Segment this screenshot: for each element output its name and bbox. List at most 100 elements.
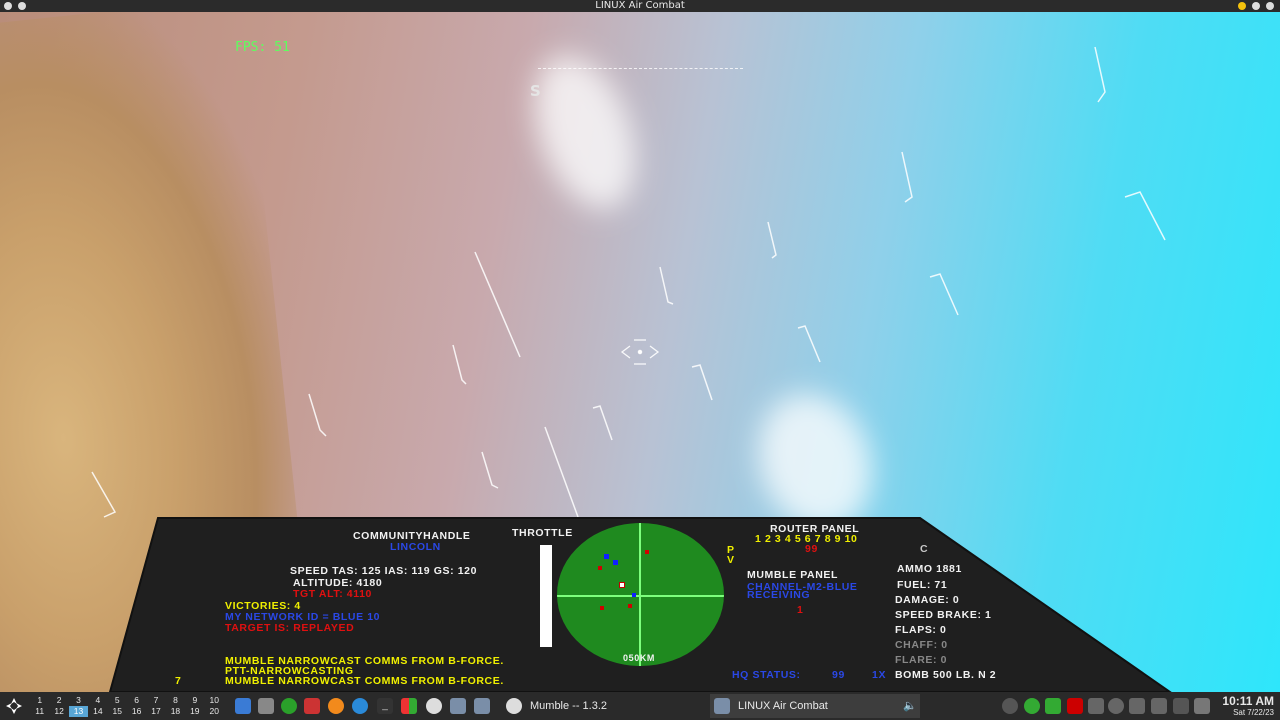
heading-tape [538, 68, 743, 76]
radar-blip-friendly [632, 593, 636, 597]
window-title: LINUX Air Combat [595, 0, 685, 11]
lac-icon [714, 698, 730, 714]
workspace-12[interactable]: 12 [49, 706, 68, 717]
mumble-status: RECEIVING [747, 589, 811, 601]
message-count: 7 [175, 675, 182, 687]
minimize-button[interactable] [1238, 2, 1246, 10]
fuel-readout: FUEL: 71 [897, 579, 948, 591]
whisker-menu-icon[interactable] [4, 696, 24, 716]
workspace-16[interactable]: 16 [127, 706, 146, 717]
workspace-4[interactable]: 4 [88, 695, 107, 706]
bluetooth-icon[interactable] [1173, 698, 1189, 714]
radar-blip-friendly [613, 560, 618, 565]
workspace-switcher[interactable]: 1 2 3 4 5 6 7 8 9 10 11 12 13 14 15 16 17 18 19 20 [30, 695, 224, 717]
target-altitude-readout: TGT ALT: 4110 [293, 588, 372, 600]
throttle-label: THROTTLE [512, 527, 573, 539]
crosshair-icon [620, 339, 660, 365]
workspace-20[interactable]: 20 [205, 706, 224, 717]
workspace-13[interactable]: 13 [68, 706, 89, 717]
workspace-6[interactable]: 6 [127, 695, 146, 706]
window-tray-icon[interactable] [1129, 698, 1145, 714]
target-status-readout: TARGET IS: REPLAYED [225, 622, 355, 634]
battery-icon[interactable] [1194, 698, 1210, 714]
lac-launcher-icon[interactable] [450, 698, 466, 714]
wifi-icon[interactable] [1045, 698, 1061, 714]
radar-scope [557, 523, 724, 666]
recording-icon[interactable] [1067, 698, 1083, 714]
workspace-10[interactable]: 10 [205, 695, 224, 706]
clock-date[interactable]: Sat 7/22/23 [1233, 708, 1274, 717]
volume-icon[interactable] [1151, 698, 1167, 714]
radar-blip-enemy [598, 566, 602, 570]
screenshot-icon[interactable] [258, 698, 274, 714]
mail-icon[interactable] [304, 698, 320, 714]
speed-readout: SPEED TAS: 125 IAS: 119 GS: 120 [290, 565, 478, 577]
flaps-readout: FLAPS: 0 [895, 624, 947, 636]
fps-counter: FPS: 51 [235, 40, 290, 55]
chaff-readout: CHAFF: 0 [895, 639, 948, 651]
speed-brake-readout: SPEED BRAKE: 1 [895, 609, 992, 621]
thunderbird-icon[interactable] [352, 698, 368, 714]
lightbulb-icon[interactable] [1108, 698, 1124, 714]
workspace-8[interactable]: 8 [166, 695, 185, 706]
lac-launcher-2-icon[interactable] [474, 698, 490, 714]
radar-blip-friendly [604, 554, 609, 559]
mumble-launcher-icon[interactable] [426, 698, 442, 714]
workspace-3[interactable]: 3 [69, 695, 88, 706]
workspace-7[interactable]: 7 [146, 695, 165, 706]
window-menu-icon[interactable] [4, 2, 12, 10]
workspace-17[interactable]: 17 [146, 706, 165, 717]
speaker-icon: 🔈 [903, 700, 917, 712]
radar-blip-self [619, 582, 625, 588]
message-line-3: MUMBLE NARROWCAST COMMS FROM B-FORCE. [225, 675, 504, 687]
taskbar: 1 2 3 4 5 6 7 8 9 10 11 12 13 14 15 16 17 18 19 20 _ Mumble… [0, 692, 1280, 720]
radar-range: 050KM [623, 653, 656, 663]
clock-tray-icon[interactable] [1002, 698, 1018, 714]
mumble-panel-label: MUMBLE PANEL [747, 569, 838, 581]
heading-indicator: S [530, 82, 541, 100]
xbox-icon[interactable] [281, 698, 297, 714]
workspace-11[interactable]: 11 [30, 706, 49, 717]
clock-time[interactable]: 10:11 AM [1222, 694, 1274, 708]
workspace-2[interactable]: 2 [49, 695, 68, 706]
hq-status-value: 99 [832, 669, 845, 681]
mumble-icon [506, 698, 522, 714]
clipboard-icon[interactable] [1088, 698, 1104, 714]
workspace-9[interactable]: 9 [185, 695, 204, 706]
task-linux-air-combat[interactable]: LINUX Air Combat [710, 694, 920, 718]
workspace-19[interactable]: 19 [185, 706, 204, 717]
show-desktop-icon[interactable] [235, 698, 251, 714]
ammo-readout: AMMO 1881 [897, 563, 962, 575]
cockpit-panel: COMMUNITYHANDLE LINCOLN SPEED TAS: 125 I… [0, 505, 1280, 692]
radar-crosshair-vertical [639, 523, 641, 666]
apps-grid-icon[interactable] [401, 698, 417, 714]
window-titlebar[interactable]: LINUX Air Combat [0, 0, 1280, 12]
hq-multiplier: 1X [872, 669, 887, 681]
damage-readout: DAMAGE: 0 [895, 594, 960, 606]
radar-blip-enemy [628, 604, 632, 608]
radar-blip-enemy [645, 550, 649, 554]
user-status-icon[interactable] [1024, 698, 1040, 714]
mumble-count: 1 [797, 604, 804, 616]
bomb-readout: BOMB 500 LB. N 2 [895, 669, 997, 681]
workspace-1[interactable]: 1 [30, 695, 49, 706]
workspace-14[interactable]: 14 [88, 706, 107, 717]
task-mumble[interactable]: Mumble -- 1.3.2 [502, 694, 708, 718]
firefox-icon[interactable] [328, 698, 344, 714]
terminal-icon[interactable]: _ [377, 698, 393, 714]
task-mumble-label: Mumble -- 1.3.2 [530, 700, 608, 712]
flare-readout: FLARE: 0 [895, 654, 948, 666]
radar-blip-enemy [600, 606, 604, 610]
maximize-button[interactable] [1252, 2, 1260, 10]
throttle-bar [540, 545, 552, 647]
callsign-name: LINCOLN [390, 541, 441, 553]
task-lac-label: LINUX Air Combat [738, 700, 828, 712]
window-sticky-icon[interactable] [18, 2, 26, 10]
close-button[interactable] [1266, 2, 1274, 10]
workspace-5[interactable]: 5 [108, 695, 127, 706]
workspace-15[interactable]: 15 [108, 706, 127, 717]
workspace-18[interactable]: 18 [166, 706, 185, 717]
router-selected: 99 [805, 543, 818, 555]
hq-status-label: HQ STATUS: [732, 669, 801, 681]
router-c-indicator: C [920, 543, 929, 555]
